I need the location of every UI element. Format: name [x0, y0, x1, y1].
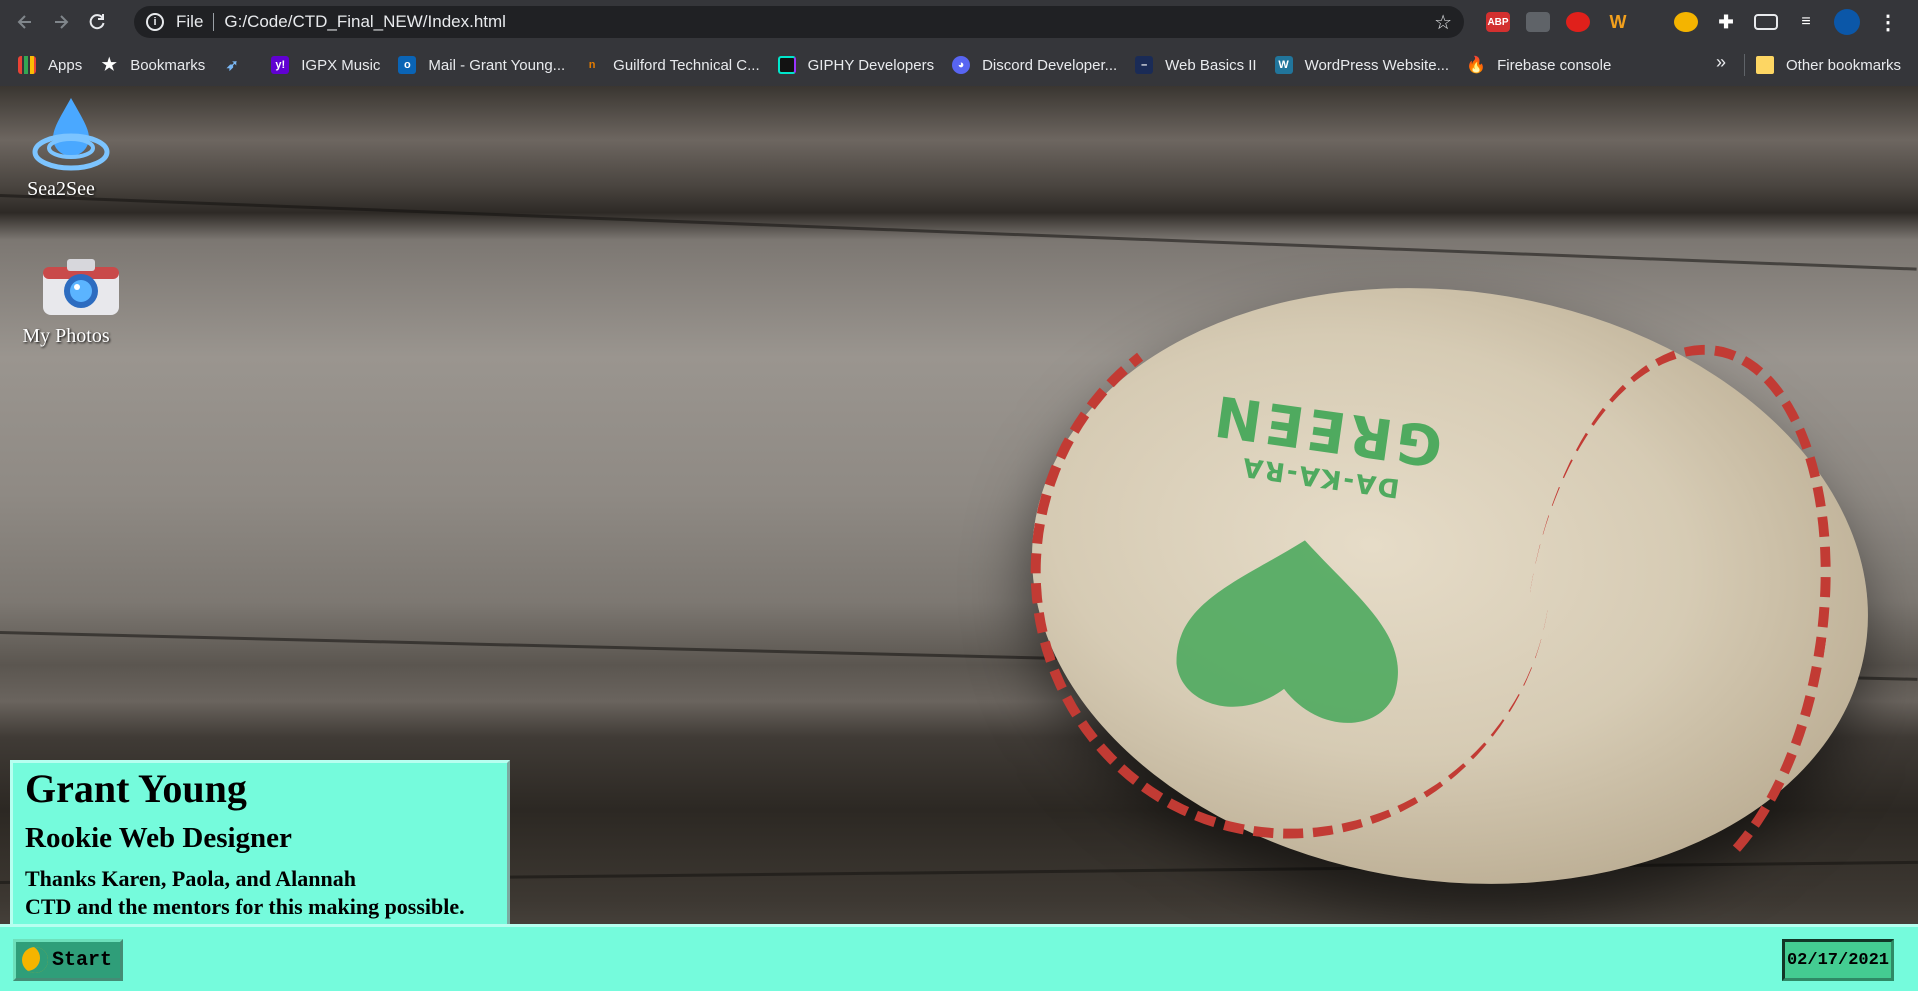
bookmark-rocket[interactable]: ➶	[223, 56, 253, 74]
bookmark-label: Firebase console	[1497, 56, 1612, 74]
bookmark-bookmarks[interactable]: ★ Bookmarks	[100, 55, 206, 74]
water-drop-icon	[32, 98, 110, 171]
bookmark-igpx-music[interactable]: y! IGPX Music	[271, 56, 380, 74]
baseball-seam	[1489, 324, 1865, 922]
bookmark-divider	[1744, 54, 1745, 76]
bookmark-mail[interactable]: o Mail - Grant Young...	[398, 56, 565, 74]
start-button[interactable]: Start	[13, 939, 123, 981]
apps-grid-icon	[18, 56, 36, 74]
bookmark-label: Guilford Technical C...	[613, 56, 760, 74]
taskbar: Start 02/17/2021	[0, 924, 1918, 991]
bookmark-guilford[interactable]: n Guilford Technical C...	[583, 56, 760, 74]
webbasics-icon: –	[1135, 56, 1154, 74]
extensions-row: ABP W ✚ ≡ ⋮	[1478, 6, 1908, 38]
pdf-extension-icon[interactable]	[1526, 12, 1550, 32]
arrow-right-icon	[55, 15, 69, 29]
profile-name: Grant Young	[25, 766, 247, 811]
giphy-icon	[777, 56, 796, 74]
w-extension-icon[interactable]: W	[1606, 12, 1630, 32]
profile-avatar-icon[interactable]	[1834, 9, 1860, 35]
desktop-icon-label: My Photos	[22, 325, 110, 347]
bookmark-wordpress[interactable]: W WordPress Website...	[1274, 56, 1450, 74]
folder-icon	[1756, 56, 1774, 74]
url-separator	[213, 13, 215, 31]
taskbar-date: 02/17/2021	[1782, 939, 1894, 981]
bookmark-discord[interactable]: ◕ Discord Developer...	[952, 56, 1117, 74]
bookmark-label: Discord Developer...	[982, 56, 1118, 74]
bookmark-other[interactable]: Other bookmarks	[1756, 44, 1901, 86]
star-icon: ★	[101, 55, 117, 74]
menu-kebab-icon[interactable]: ⋮	[1876, 12, 1900, 34]
bookmark-label: Web Basics II	[1165, 56, 1257, 74]
bookmark-label: IGPX Music	[301, 56, 381, 74]
media-queue-icon[interactable]: ≡	[1794, 12, 1818, 32]
bookmark-label: Other bookmarks	[1786, 56, 1902, 74]
discord-icon: ◕	[952, 56, 971, 74]
puzzle-extensions-icon[interactable]: ✚	[1714, 12, 1738, 32]
wordpress-icon: W	[1274, 56, 1293, 74]
plank-seam	[0, 194, 1917, 271]
bookmark-label: Apps	[48, 56, 83, 74]
browser-toolbar: i File G:/Code/CTD_Final_NEW/Index.html …	[0, 0, 1918, 44]
baseball-image: DA-KA-RA GREEN	[993, 235, 1907, 937]
bookmark-label: GIPHY Developers	[807, 56, 935, 74]
reload-icon	[89, 14, 105, 30]
back-button[interactable]	[7, 4, 43, 40]
profile-role: Rookie Web Designer	[25, 822, 292, 854]
start-label: Start	[52, 948, 113, 972]
desktop-icon-my-photos[interactable]: My Photos	[22, 257, 136, 348]
yahoo-icon: y!	[271, 56, 290, 74]
reload-button[interactable]	[79, 4, 115, 40]
moon-icon	[22, 947, 48, 973]
bookmark-label: Mail - Grant Young...	[428, 56, 566, 74]
desktop-icon-label: Sea2See	[27, 178, 95, 200]
outlook-icon: o	[398, 56, 417, 74]
cast-icon[interactable]	[1754, 14, 1778, 30]
address-bar[interactable]: i File G:/Code/CTD_Final_NEW/Index.html …	[134, 6, 1464, 38]
firebase-icon: 🔥	[1466, 57, 1487, 74]
rocket-icon: ➶	[225, 57, 239, 74]
bookmark-giphy[interactable]: GIPHY Developers	[777, 56, 935, 74]
bookmark-star-icon[interactable]: ☆	[1434, 10, 1452, 35]
bookmark-label: Bookmarks	[130, 56, 206, 74]
desktop-icon-sea2see[interactable]: Sea2See	[26, 96, 116, 201]
more-bookmarks-chevron-icon[interactable]: »	[1716, 52, 1726, 73]
gtcc-icon: n	[588, 59, 596, 71]
forward-button[interactable]	[43, 4, 79, 40]
heart-icon	[1176, 540, 1398, 723]
coin-extension-icon[interactable]	[1674, 12, 1698, 32]
hand-extension-icon[interactable]	[1566, 12, 1590, 32]
bookmark-web-basics[interactable]: – Web Basics II	[1135, 56, 1257, 74]
camera-icon	[43, 259, 119, 315]
bookmark-firebase[interactable]: 🔥 Firebase console	[1466, 56, 1612, 75]
arrow-left-icon	[17, 15, 31, 29]
desktop-background: DA-KA-RA GREEN Sea2See My Photos Grant Y…	[0, 86, 1918, 991]
bookmark-label: WordPress Website...	[1304, 56, 1450, 74]
thanks-line-1: Thanks Karen, Paola, and Alannah	[25, 866, 356, 891]
url-scheme: File	[176, 12, 204, 31]
bookmark-apps[interactable]: Apps	[18, 56, 82, 74]
bookmarks-bar: Apps ★ Bookmarks ➶ y! IGPX Music o Mail …	[0, 44, 1918, 86]
url-text[interactable]: G:/Code/CTD_Final_NEW/Index.html	[224, 12, 1434, 32]
adblock-extension-icon[interactable]: ABP	[1486, 12, 1510, 32]
info-icon[interactable]: i	[146, 13, 164, 31]
thanks-line-2: CTD and the mentors for this making poss…	[25, 894, 465, 919]
